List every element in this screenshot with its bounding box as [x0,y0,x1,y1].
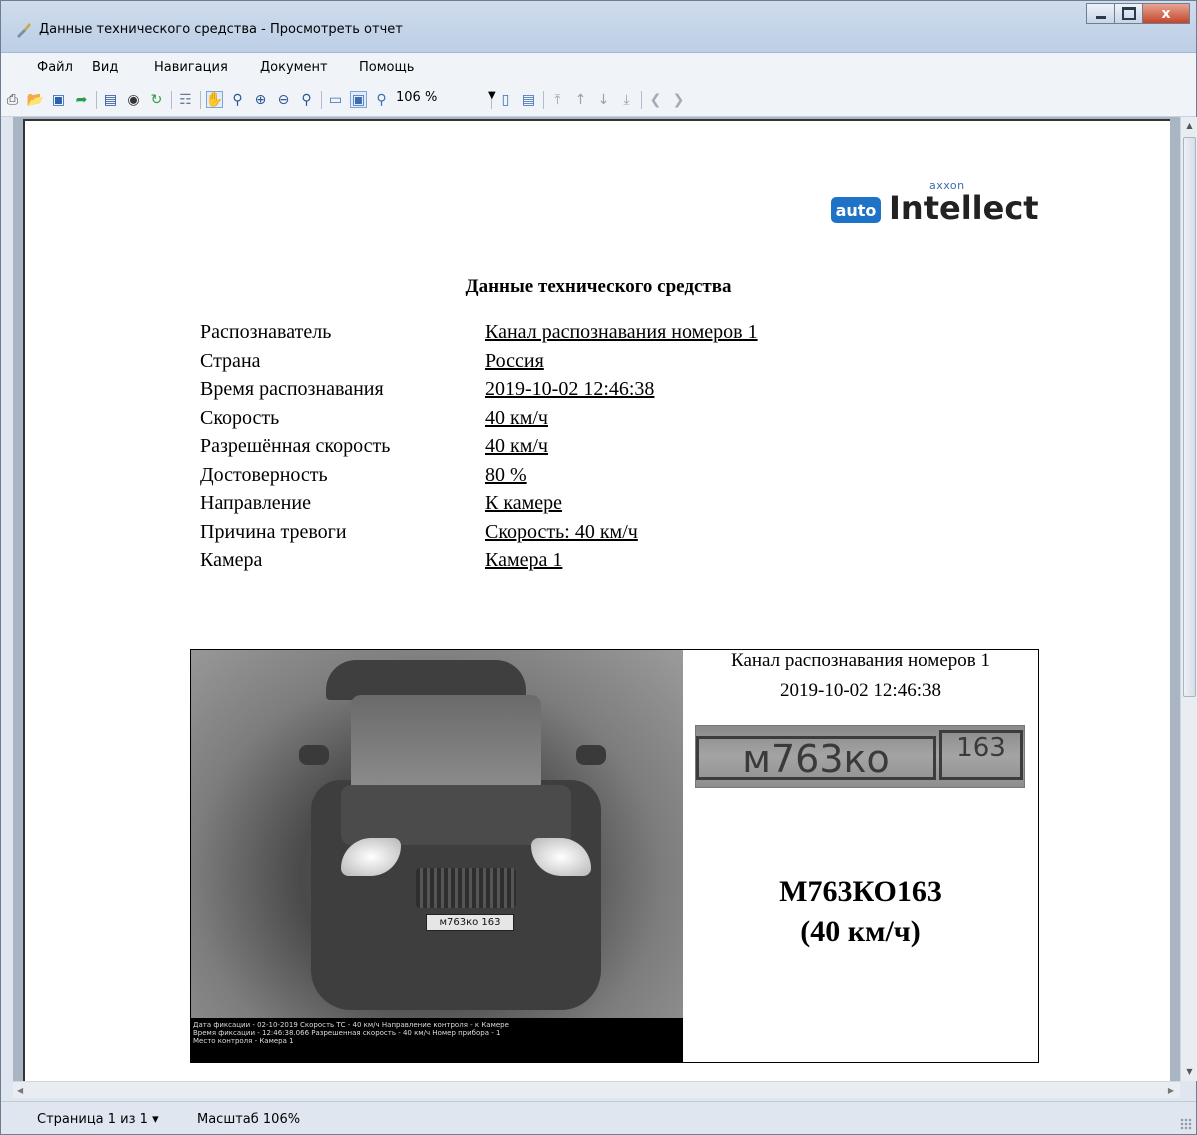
menu-bar: Файл Вид Навигация Документ Помощь [1,53,1196,83]
menu-file[interactable]: Файл [37,60,73,75]
horizontal-scrollbar[interactable]: ◀ ▶ [13,1081,1180,1098]
field-label: Камера [200,549,263,571]
field-value[interactable]: Россия [485,350,544,373]
field-value[interactable]: 40 км/ч [485,407,548,430]
resize-grip-icon[interactable] [1180,1118,1192,1130]
plate-crop-region: 163 [939,730,1023,780]
single-page-icon[interactable]: ▭ [327,91,344,108]
field-label: Причина тревоги [200,520,347,543]
car-grille [416,868,516,908]
page-width-icon[interactable]: ▣ [350,91,367,108]
maximize-button[interactable] [1114,3,1142,24]
layout-icon[interactable]: ▤ [520,91,537,108]
scroll-right-icon[interactable]: ▶ [1168,1082,1174,1099]
first-page-icon[interactable]: ⤒ [549,91,566,108]
plate-crop-image: м763ко 163 [695,725,1025,788]
zoom-area-icon[interactable]: ⚲ [298,91,315,108]
window-title: Данные технического средства - Просмотре… [39,22,403,37]
field-value[interactable]: 2019-10-02 12:46:38 [485,378,654,401]
page-indicator[interactable]: Страница 1 из 1 ▾ [37,1112,159,1127]
actual-size-icon[interactable]: ⚲ [373,91,390,108]
field-label: Время распознавания [200,378,384,400]
logo-badge: auto [831,197,881,223]
overlay-line: Дата фиксации - 02-10-2019 Скорость ТС -… [193,1021,509,1029]
vehicle-photo: м763ко 163 Дата фиксации - 02-10-2019 Ск… [191,650,683,1062]
export-icon[interactable]: ➦ [73,91,90,108]
vertical-scrollbar[interactable]: ▲ ▼ [1180,117,1197,1081]
report-viewer-window: Данные технического средства - Просмотре… [0,0,1197,1135]
back-icon[interactable]: ❮ [647,91,664,108]
close-button[interactable]: x [1142,3,1190,24]
zoom-indicator: Масштаб 106% [197,1112,301,1127]
field-value[interactable]: 40 км/ч [485,435,548,458]
field-value[interactable]: Канал распознавания номеров 1 [485,321,758,344]
print-icon[interactable]: ⎙ [4,91,21,108]
last-page-icon[interactable]: ⤓ [618,91,635,108]
next-page-icon[interactable]: ↓ [595,91,612,108]
field-value[interactable]: 80 % [485,464,527,487]
title-bar[interactable]: Данные технического средства - Просмотре… [1,1,1196,53]
plate-crop-number: м763ко [696,736,936,780]
field-label: Страна [200,349,261,372]
field-label: Скорость [200,406,280,429]
recognized-plate: М763КО163 [779,875,942,908]
zoom-out-icon[interactable]: ⊖ [275,91,292,108]
forward-icon[interactable]: ❯ [670,91,687,108]
field-value[interactable]: Скорость: 40 км/ч [485,521,638,544]
field-label: Разрешённая скорость [200,435,391,457]
hand-tool-icon[interactable]: ✋ [206,91,223,108]
evidence-channel: Канал распознавания номеров 1 [731,650,990,671]
refresh-icon[interactable]: ↻ [148,91,165,108]
field-label: Достоверность [200,463,328,486]
field-label: Направление [200,492,311,514]
preview-icon[interactable]: ☶ [177,91,194,108]
axxon-intellect-logo: axxon auto Intellect [831,179,1041,229]
car-windshield [351,695,541,790]
toolbar: ⎙ 📂 ▣ ➦ ▤ ◉ ↻ ☶ ✋ ⚲ ⊕ ⊖ ⚲ ▭ ▣ ⚲ ▯ ▤ ⤒ ↑ … [1,83,1196,117]
app-icon [17,23,31,38]
field-label: Распознаватель [200,321,332,343]
photo-license-plate: м763ко 163 [426,914,514,931]
scroll-down-icon[interactable]: ▼ [1181,1063,1197,1080]
zoom-icon[interactable]: ⚲ [229,91,246,108]
report-title: Данные технического средства [465,276,732,297]
minimize-button[interactable] [1086,3,1114,24]
car-mirror-left [299,745,329,765]
find-icon[interactable]: ◉ [125,91,142,108]
field-value[interactable]: К камере [485,492,562,515]
save-icon[interactable]: ▣ [50,91,67,108]
car-mirror-right [576,745,606,765]
overlay-line: Место контроля - Камера 1 [193,1037,294,1045]
evidence-frame: м763ко 163 Дата фиксации - 02-10-2019 Ск… [190,649,1039,1063]
zoom-value: 106 % [396,90,438,105]
overlay-line: Время фиксации - 12:46:38.066 Разрешенна… [193,1029,501,1037]
document-viewport[interactable]: axxon auto Intellect Данные технического… [13,117,1180,1081]
scroll-up-icon[interactable]: ▲ [1181,117,1197,134]
table-icon[interactable]: ▤ [102,91,119,108]
scroll-thumb[interactable] [1183,137,1196,697]
zoom-in-icon[interactable]: ⊕ [252,91,269,108]
report-page: axxon auto Intellect Данные технического… [23,119,1170,1081]
evidence-time: 2019-10-02 12:46:38 [780,680,941,701]
car-hood [341,785,571,845]
recognized-speed: (40 км/ч) [800,915,921,948]
chevron-down-icon: ▼ [488,90,496,101]
scroll-left-icon[interactable]: ◀ [17,1082,23,1099]
menu-view[interactable]: Вид [92,60,118,75]
menu-help[interactable]: Помощь [359,60,414,75]
open-icon[interactable]: 📂 [27,91,44,108]
car-roof [326,660,526,700]
field-value[interactable]: Камера 1 [485,549,562,572]
evidence-info: Канал распознавания номеров 1 2019-10-02… [683,650,1038,1062]
zoom-select[interactable]: 106 % ▼ [396,90,504,110]
menu-navigation[interactable]: Навигация [154,60,228,75]
logo-brand: Intellect [889,189,1039,227]
menu-document[interactable]: Документ [260,60,328,75]
status-bar: Страница 1 из 1 ▾ Масштаб 106% [1,1101,1196,1134]
previous-page-icon[interactable]: ↑ [572,91,589,108]
photo-overlay-text: Дата фиксации - 02-10-2019 Скорость ТС -… [191,1018,683,1062]
